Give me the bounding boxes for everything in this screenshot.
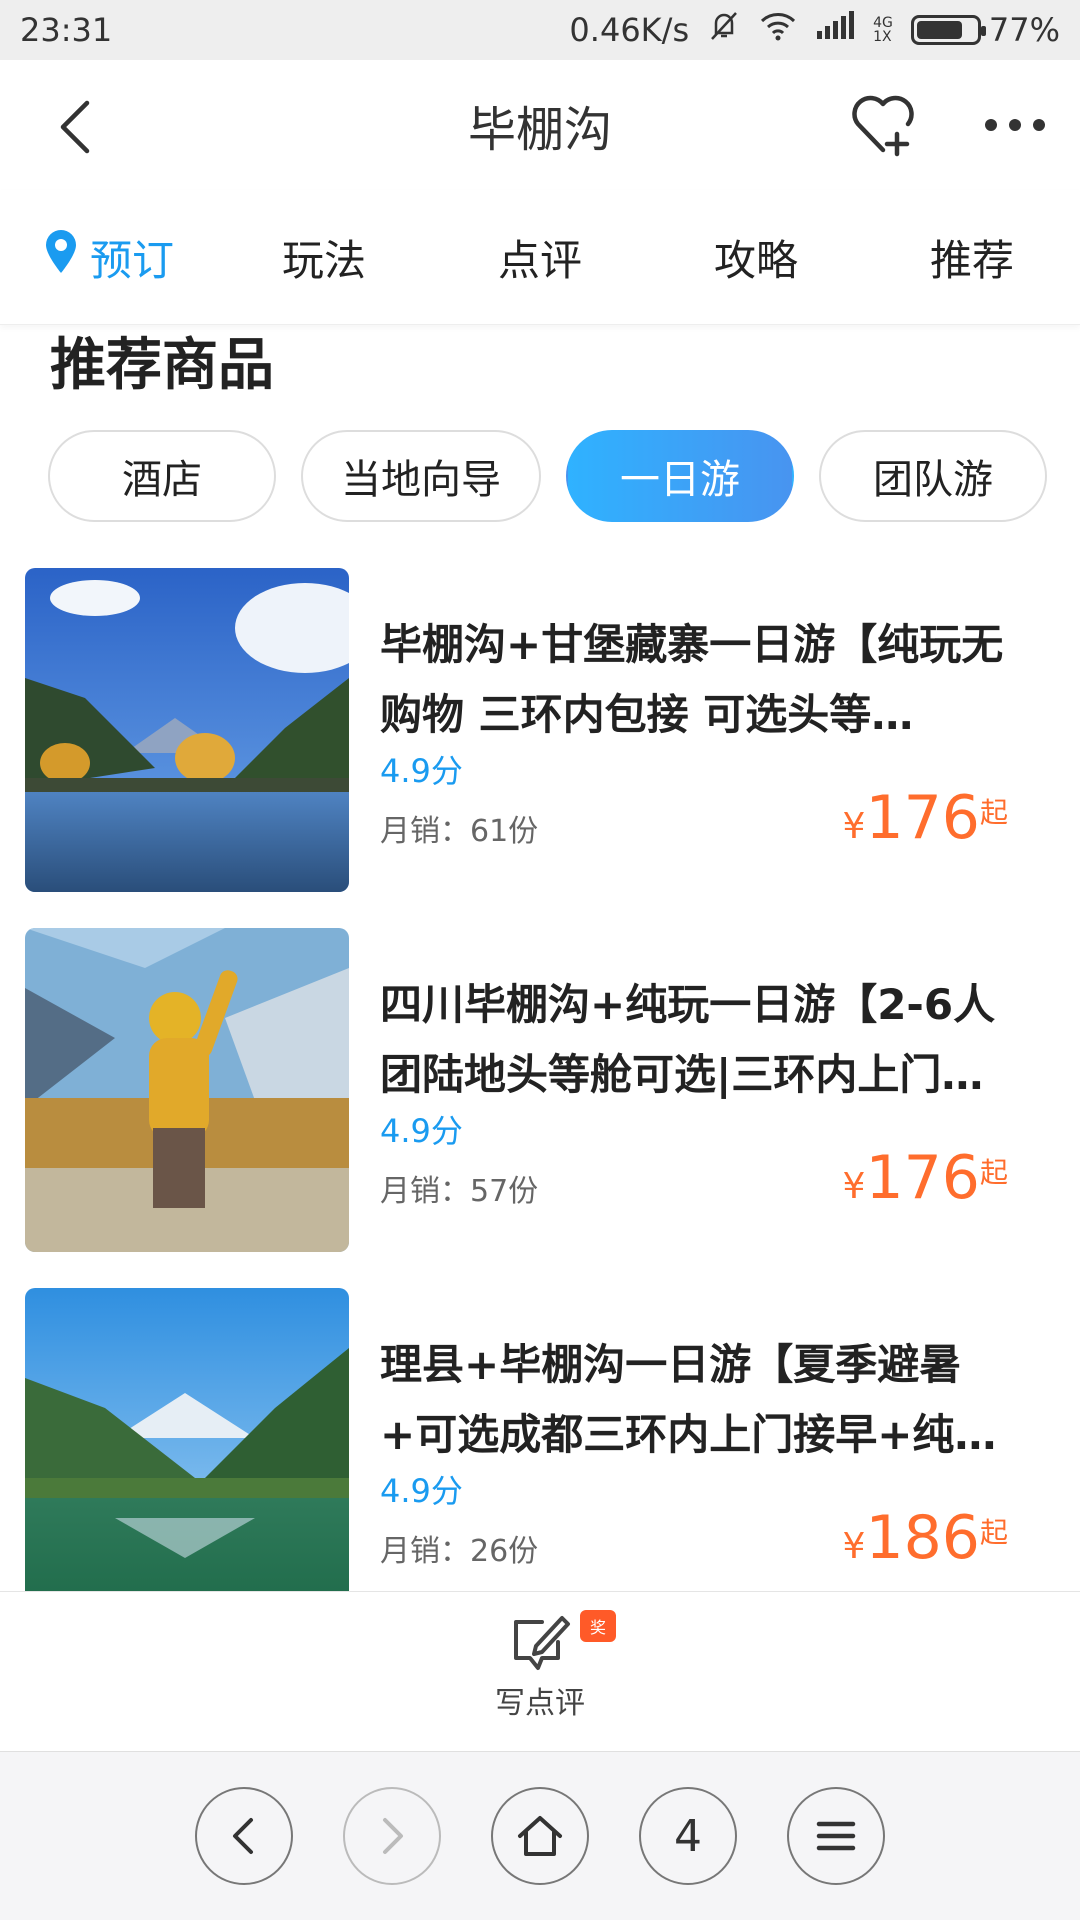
- product-card[interactable]: 理县+毕棚沟一日游【夏季避暑+可选成都三环内上门接早+纯… 4.9分 月销：26…: [0, 1288, 1080, 1591]
- signal-icon: [815, 11, 855, 49]
- product-score: 4.9分: [380, 1112, 463, 1150]
- favorite-button[interactable]: [848, 90, 918, 160]
- price-value: 176: [865, 1143, 980, 1213]
- browser-home-button[interactable]: [491, 1787, 589, 1885]
- heart-plus-icon: [852, 95, 914, 157]
- page-title: 毕棚沟: [467, 102, 612, 158]
- chevron-right-icon: [383, 1818, 403, 1854]
- filter-chip-local-guide[interactable]: 当地向导: [301, 430, 541, 522]
- product-price: ¥ 176 起: [843, 1143, 1008, 1213]
- price-suffix: 起: [979, 796, 1008, 829]
- product-list: 毕棚沟+甘堡藏寨一日游【纯玩无购物 三环内包接 可选头等… 4.9分 月销：61…: [0, 568, 1080, 1591]
- filter-chip-group-tour[interactable]: 团队游: [819, 430, 1047, 522]
- currency-symbol: ¥: [842, 1166, 866, 1207]
- status-right: 0.46K/s 4G 1X 77%: [569, 9, 1060, 51]
- price-suffix: 起: [979, 1156, 1008, 1189]
- wifi-icon: [759, 11, 797, 49]
- menu-icon: [816, 1821, 856, 1851]
- battery-indicator: 77%: [910, 11, 1060, 49]
- browser-menu-button[interactable]: [787, 1787, 885, 1885]
- filter-chip-hotel[interactable]: 酒店: [48, 430, 276, 522]
- status-bar: 23:31 0.46K/s 4G 1X 77%: [0, 0, 1080, 60]
- browser-back-button[interactable]: [195, 1787, 293, 1885]
- award-badge: 奖: [580, 1610, 616, 1642]
- write-review-label: 写点评: [495, 1686, 585, 1721]
- review-bar: 写点评 奖: [0, 1591, 1080, 1751]
- network-type: 4G 1X: [873, 16, 893, 44]
- product-image: [25, 568, 349, 892]
- price-value: 176: [865, 783, 980, 853]
- mute-icon: [707, 9, 741, 51]
- price-value: 186: [865, 1503, 980, 1573]
- currency-symbol: ¥: [842, 806, 866, 847]
- product-sales: 月销：61份: [380, 814, 539, 849]
- price-suffix: 起: [979, 1516, 1008, 1549]
- product-title: 理县+毕棚沟一日游【夏季避暑+可选成都三环内上门接早+纯…: [380, 1340, 997, 1459]
- product-score: 4.9分: [380, 752, 463, 790]
- filter-chip-day-trip[interactable]: 一日游: [566, 430, 794, 522]
- product-title: 毕棚沟+甘堡藏寨一日游【纯玩无购物 三环内包接 可选头等…: [380, 620, 1004, 739]
- product-image: [25, 928, 349, 1252]
- tab-label: 点评: [497, 235, 582, 285]
- product-price: ¥ 176 起: [843, 783, 1008, 853]
- battery-icon: [910, 15, 986, 45]
- tab-bar: 预订 玩法 点评 攻略 推荐: [0, 190, 1080, 325]
- filter-chips: 酒店 当地向导 一日游 团队游: [48, 430, 1048, 522]
- location-pin-icon: [42, 229, 80, 285]
- network-type-bottom: 1X: [873, 29, 892, 45]
- net-speed: 0.46K/s: [569, 11, 690, 49]
- browser-nav-bar: 4: [0, 1751, 1080, 1920]
- tab-label: 推荐: [929, 235, 1014, 285]
- product-sales: 月销：57份: [380, 1174, 539, 1209]
- product-sales: 月销：26份: [380, 1534, 539, 1569]
- tab-recommend[interactable]: 推荐: [864, 190, 1080, 324]
- section-title: 推荐商品: [50, 333, 274, 398]
- edit-icon: [514, 1616, 570, 1670]
- product-card[interactable]: 四川毕棚沟+纯玩一日游【2-6人团陆地头等舱可选|三环内上门… 4.9分 月销：…: [0, 928, 1080, 1252]
- battery-fill: [916, 21, 962, 39]
- network-type-top: 4G: [873, 15, 893, 31]
- tab-label: 预订: [89, 235, 174, 285]
- product-price: ¥ 186 起: [843, 1503, 1008, 1573]
- tab-reviews[interactable]: 点评: [432, 190, 648, 324]
- tab-guides[interactable]: 攻略: [648, 190, 864, 324]
- tab-label: 玩法: [281, 235, 366, 285]
- chevron-left-icon: [233, 1818, 253, 1854]
- product-card[interactable]: 毕棚沟+甘堡藏寨一日游【纯玩无购物 三环内包接 可选头等… 4.9分 月销：61…: [0, 568, 1080, 892]
- more-button[interactable]: [975, 90, 1055, 160]
- tab-booking[interactable]: 预订: [0, 190, 216, 324]
- currency-symbol: ¥: [842, 1526, 866, 1567]
- browser-tabs-button[interactable]: 4: [639, 1787, 737, 1885]
- header: 毕棚沟: [0, 60, 1080, 190]
- product-title: 四川毕棚沟+纯玩一日游【2-6人团陆地头等舱可选|三环内上门…: [380, 980, 996, 1099]
- tab-label: 攻略: [713, 235, 798, 285]
- battery-percent: 77%: [988, 11, 1060, 49]
- product-score: 4.9分: [380, 1472, 463, 1510]
- browser-forward-button[interactable]: [343, 1787, 441, 1885]
- product-image: [25, 1288, 349, 1591]
- tab-gameplay[interactable]: 玩法: [216, 190, 432, 324]
- status-time: 23:31: [20, 11, 113, 49]
- home-icon: [518, 1816, 562, 1856]
